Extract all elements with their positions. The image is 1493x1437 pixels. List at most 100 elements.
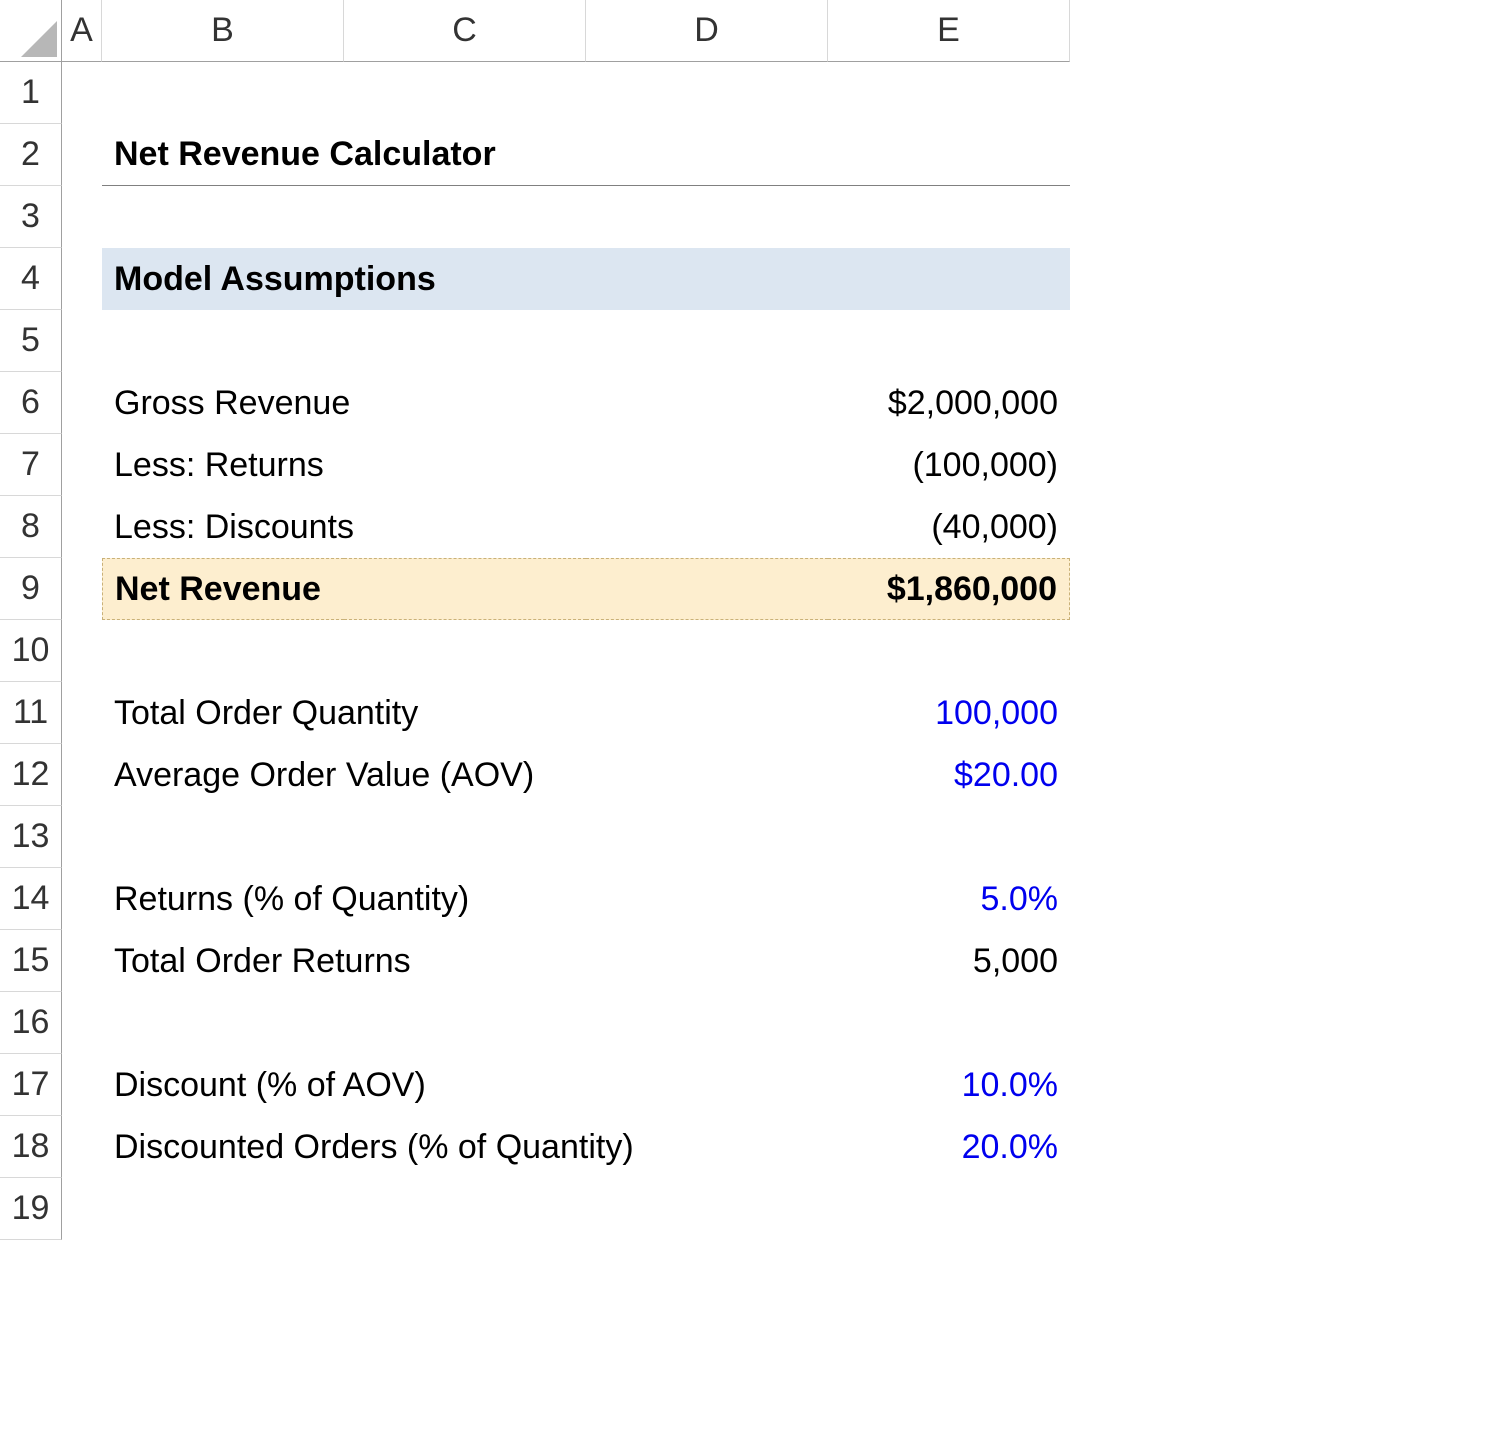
cell-D16[interactable] (586, 992, 828, 1054)
cell-B7-label[interactable]: Less: Returns (102, 434, 344, 496)
cell-D19[interactable] (586, 1178, 828, 1240)
cell-E17-value[interactable]: 10.0% (828, 1054, 1070, 1116)
cell-C10[interactable] (344, 620, 586, 682)
col-header-E[interactable]: E (828, 0, 1070, 62)
row-header-7[interactable]: 7 (0, 434, 62, 496)
cell-A14[interactable] (62, 868, 102, 930)
row-header-2[interactable]: 2 (0, 124, 62, 186)
row-header-8[interactable]: 8 (0, 496, 62, 558)
cell-E2[interactable] (828, 124, 1070, 186)
cell-E14-value[interactable]: 5.0% (828, 868, 1070, 930)
cell-A4[interactable] (62, 248, 102, 310)
cell-B16[interactable] (102, 992, 344, 1054)
col-header-A[interactable]: A (62, 0, 102, 62)
cell-B10[interactable] (102, 620, 344, 682)
col-header-D[interactable]: D (586, 0, 828, 62)
row-header-17[interactable]: 17 (0, 1054, 62, 1116)
row-header-15[interactable]: 15 (0, 930, 62, 992)
cell-D14[interactable] (586, 868, 828, 930)
cell-E1[interactable] (828, 62, 1070, 124)
cell-A17[interactable] (62, 1054, 102, 1116)
row-header-9[interactable]: 9 (0, 558, 62, 620)
cell-D10[interactable] (586, 620, 828, 682)
row-header-14[interactable]: 14 (0, 868, 62, 930)
cell-A1[interactable] (62, 62, 102, 124)
row-header-18[interactable]: 18 (0, 1116, 62, 1178)
cell-B14-label[interactable]: Returns (% of Quantity) (102, 868, 344, 930)
cell-B5[interactable] (102, 310, 344, 372)
cell-B12-label[interactable]: Average Order Value (AOV) (102, 744, 344, 806)
cell-A3[interactable] (62, 186, 102, 248)
cell-C3[interactable] (344, 186, 586, 248)
cell-E13[interactable] (828, 806, 1070, 868)
cell-C19[interactable] (344, 1178, 586, 1240)
cell-A8[interactable] (62, 496, 102, 558)
cell-E18-value[interactable]: 20.0% (828, 1116, 1070, 1178)
cell-C7[interactable] (344, 434, 586, 496)
cell-D1[interactable] (586, 62, 828, 124)
cell-A9[interactable] (62, 558, 102, 620)
cell-E5[interactable] (828, 310, 1070, 372)
row-header-3[interactable]: 3 (0, 186, 62, 248)
cell-E3[interactable] (828, 186, 1070, 248)
cell-B8-label[interactable]: Less: Discounts (102, 496, 344, 558)
cell-E11-value[interactable]: 100,000 (828, 682, 1070, 744)
cell-A6[interactable] (62, 372, 102, 434)
cell-E4[interactable] (828, 248, 1070, 310)
cell-B2-title[interactable]: Net Revenue Calculator (102, 124, 344, 186)
row-header-13[interactable]: 13 (0, 806, 62, 868)
cell-C16[interactable] (344, 992, 586, 1054)
cell-A16[interactable] (62, 992, 102, 1054)
cell-C8[interactable] (344, 496, 586, 558)
cell-B6-label[interactable]: Gross Revenue (102, 372, 344, 434)
cell-D11[interactable] (586, 682, 828, 744)
row-header-11[interactable]: 11 (0, 682, 62, 744)
cell-A18[interactable] (62, 1116, 102, 1178)
cell-D2[interactable] (586, 124, 828, 186)
cell-B9-label[interactable]: Net Revenue (102, 558, 344, 620)
cell-E15-value[interactable]: 5,000 (828, 930, 1070, 992)
cell-E12-value[interactable]: $20.00 (828, 744, 1070, 806)
cell-E10[interactable] (828, 620, 1070, 682)
cell-E6-value[interactable]: $2,000,000 (828, 372, 1070, 434)
cell-D5[interactable] (586, 310, 828, 372)
cell-D13[interactable] (586, 806, 828, 868)
row-header-4[interactable]: 4 (0, 248, 62, 310)
row-header-6[interactable]: 6 (0, 372, 62, 434)
cell-E8-value[interactable]: (40,000) (828, 496, 1070, 558)
cell-D3[interactable] (586, 186, 828, 248)
cell-A12[interactable] (62, 744, 102, 806)
cell-E9-value[interactable]: $1,860,000 (828, 558, 1070, 620)
cell-B15-label[interactable]: Total Order Returns (102, 930, 344, 992)
row-header-1[interactable]: 1 (0, 62, 62, 124)
cell-C5[interactable] (344, 310, 586, 372)
cell-D4[interactable] (586, 248, 828, 310)
cell-D15[interactable] (586, 930, 828, 992)
cell-C13[interactable] (344, 806, 586, 868)
cell-B1[interactable] (102, 62, 344, 124)
cell-A10[interactable] (62, 620, 102, 682)
cell-E16[interactable] (828, 992, 1070, 1054)
cell-D12[interactable] (586, 744, 828, 806)
select-all-corner[interactable] (0, 0, 62, 62)
cell-B3[interactable] (102, 186, 344, 248)
cell-C9[interactable] (344, 558, 586, 620)
cell-D8[interactable] (586, 496, 828, 558)
cell-D17[interactable] (586, 1054, 828, 1116)
row-header-10[interactable]: 10 (0, 620, 62, 682)
cell-A5[interactable] (62, 310, 102, 372)
cell-A2[interactable] (62, 124, 102, 186)
cell-E19[interactable] (828, 1178, 1070, 1240)
row-header-19[interactable]: 19 (0, 1178, 62, 1240)
col-header-C[interactable]: C (344, 0, 586, 62)
cell-A19[interactable] (62, 1178, 102, 1240)
cell-A13[interactable] (62, 806, 102, 868)
cell-A7[interactable] (62, 434, 102, 496)
cell-B19[interactable] (102, 1178, 344, 1240)
row-header-5[interactable]: 5 (0, 310, 62, 372)
cell-C1[interactable] (344, 62, 586, 124)
cell-A15[interactable] (62, 930, 102, 992)
cell-C6[interactable] (344, 372, 586, 434)
row-header-12[interactable]: 12 (0, 744, 62, 806)
col-header-B[interactable]: B (102, 0, 344, 62)
